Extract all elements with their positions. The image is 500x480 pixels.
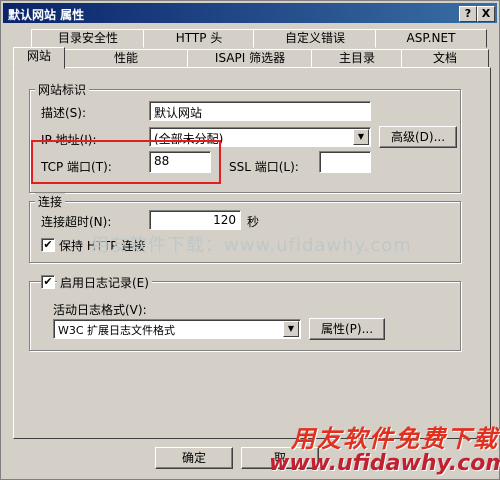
description-label: 描述(S):	[41, 106, 87, 120]
watermark-brand-text: 用友软件免费下载	[291, 425, 499, 453]
tab-aspnet[interactable]: ASP.NET	[375, 29, 487, 48]
enable-logging-label: 启用日志记录(E)	[57, 274, 152, 291]
tab-performance[interactable]: 性能	[63, 49, 189, 68]
watermark-url-text: www.ufidawhy.com	[269, 451, 500, 476]
chevron-down-icon[interactable]: ▼	[283, 321, 299, 337]
log-format-value: W3C 扩展日志文件格式	[58, 324, 176, 337]
connection-legend: 连接	[35, 193, 66, 210]
watermark-center-text: 用友软件下载：www.ufidawhy.com	[91, 235, 412, 256]
log-format-select[interactable]: W3C 扩展日志文件格式 ▼	[53, 319, 301, 339]
log-properties-button[interactable]: 属性(P)...	[309, 318, 385, 340]
keep-alive-checkbox[interactable]: ✔	[41, 238, 55, 252]
ok-button[interactable]: 确定	[155, 447, 233, 469]
chevron-down-icon[interactable]: ▼	[353, 129, 369, 145]
advanced-button[interactable]: 高级(D)...	[379, 126, 457, 148]
tcp-port-highlight-box	[31, 140, 221, 184]
tab-documents[interactable]: 文档	[401, 49, 489, 68]
help-button[interactable]: ?	[459, 6, 477, 22]
title-bar: 默认网站 属性 ? X	[3, 3, 497, 23]
connection-timeout-label: 连接超时(N):	[41, 215, 112, 229]
window-title: 默认网站 属性	[8, 8, 85, 22]
site-identification-legend: 网站标识	[35, 81, 90, 98]
tab-website[interactable]: 网站	[13, 47, 65, 69]
log-format-label: 活动日志格式(V):	[53, 303, 147, 317]
tab-home-directory[interactable]: 主目录	[311, 49, 403, 68]
tab-directory-security[interactable]: 目录安全性	[31, 29, 145, 48]
tab-isapi-filters[interactable]: ISAPI 筛选器	[187, 49, 313, 68]
properties-dialog: 默认网站 属性 ? X 目录安全性 HTTP 头 自定义错误 ASP.NET 网…	[0, 0, 500, 480]
connection-timeout-input[interactable]: 120	[149, 210, 241, 230]
ssl-port-label: SSL 端口(L):	[229, 160, 299, 174]
enable-logging-checkbox[interactable]: ✔	[41, 275, 55, 289]
ssl-port-input[interactable]	[319, 151, 371, 173]
seconds-unit-label: 秒	[247, 215, 260, 229]
tab-custom-errors[interactable]: 自定义错误	[253, 29, 377, 48]
tab-http-headers[interactable]: HTTP 头	[143, 29, 255, 48]
close-button[interactable]: X	[477, 6, 495, 22]
description-input[interactable]: 默认网站	[149, 101, 371, 121]
